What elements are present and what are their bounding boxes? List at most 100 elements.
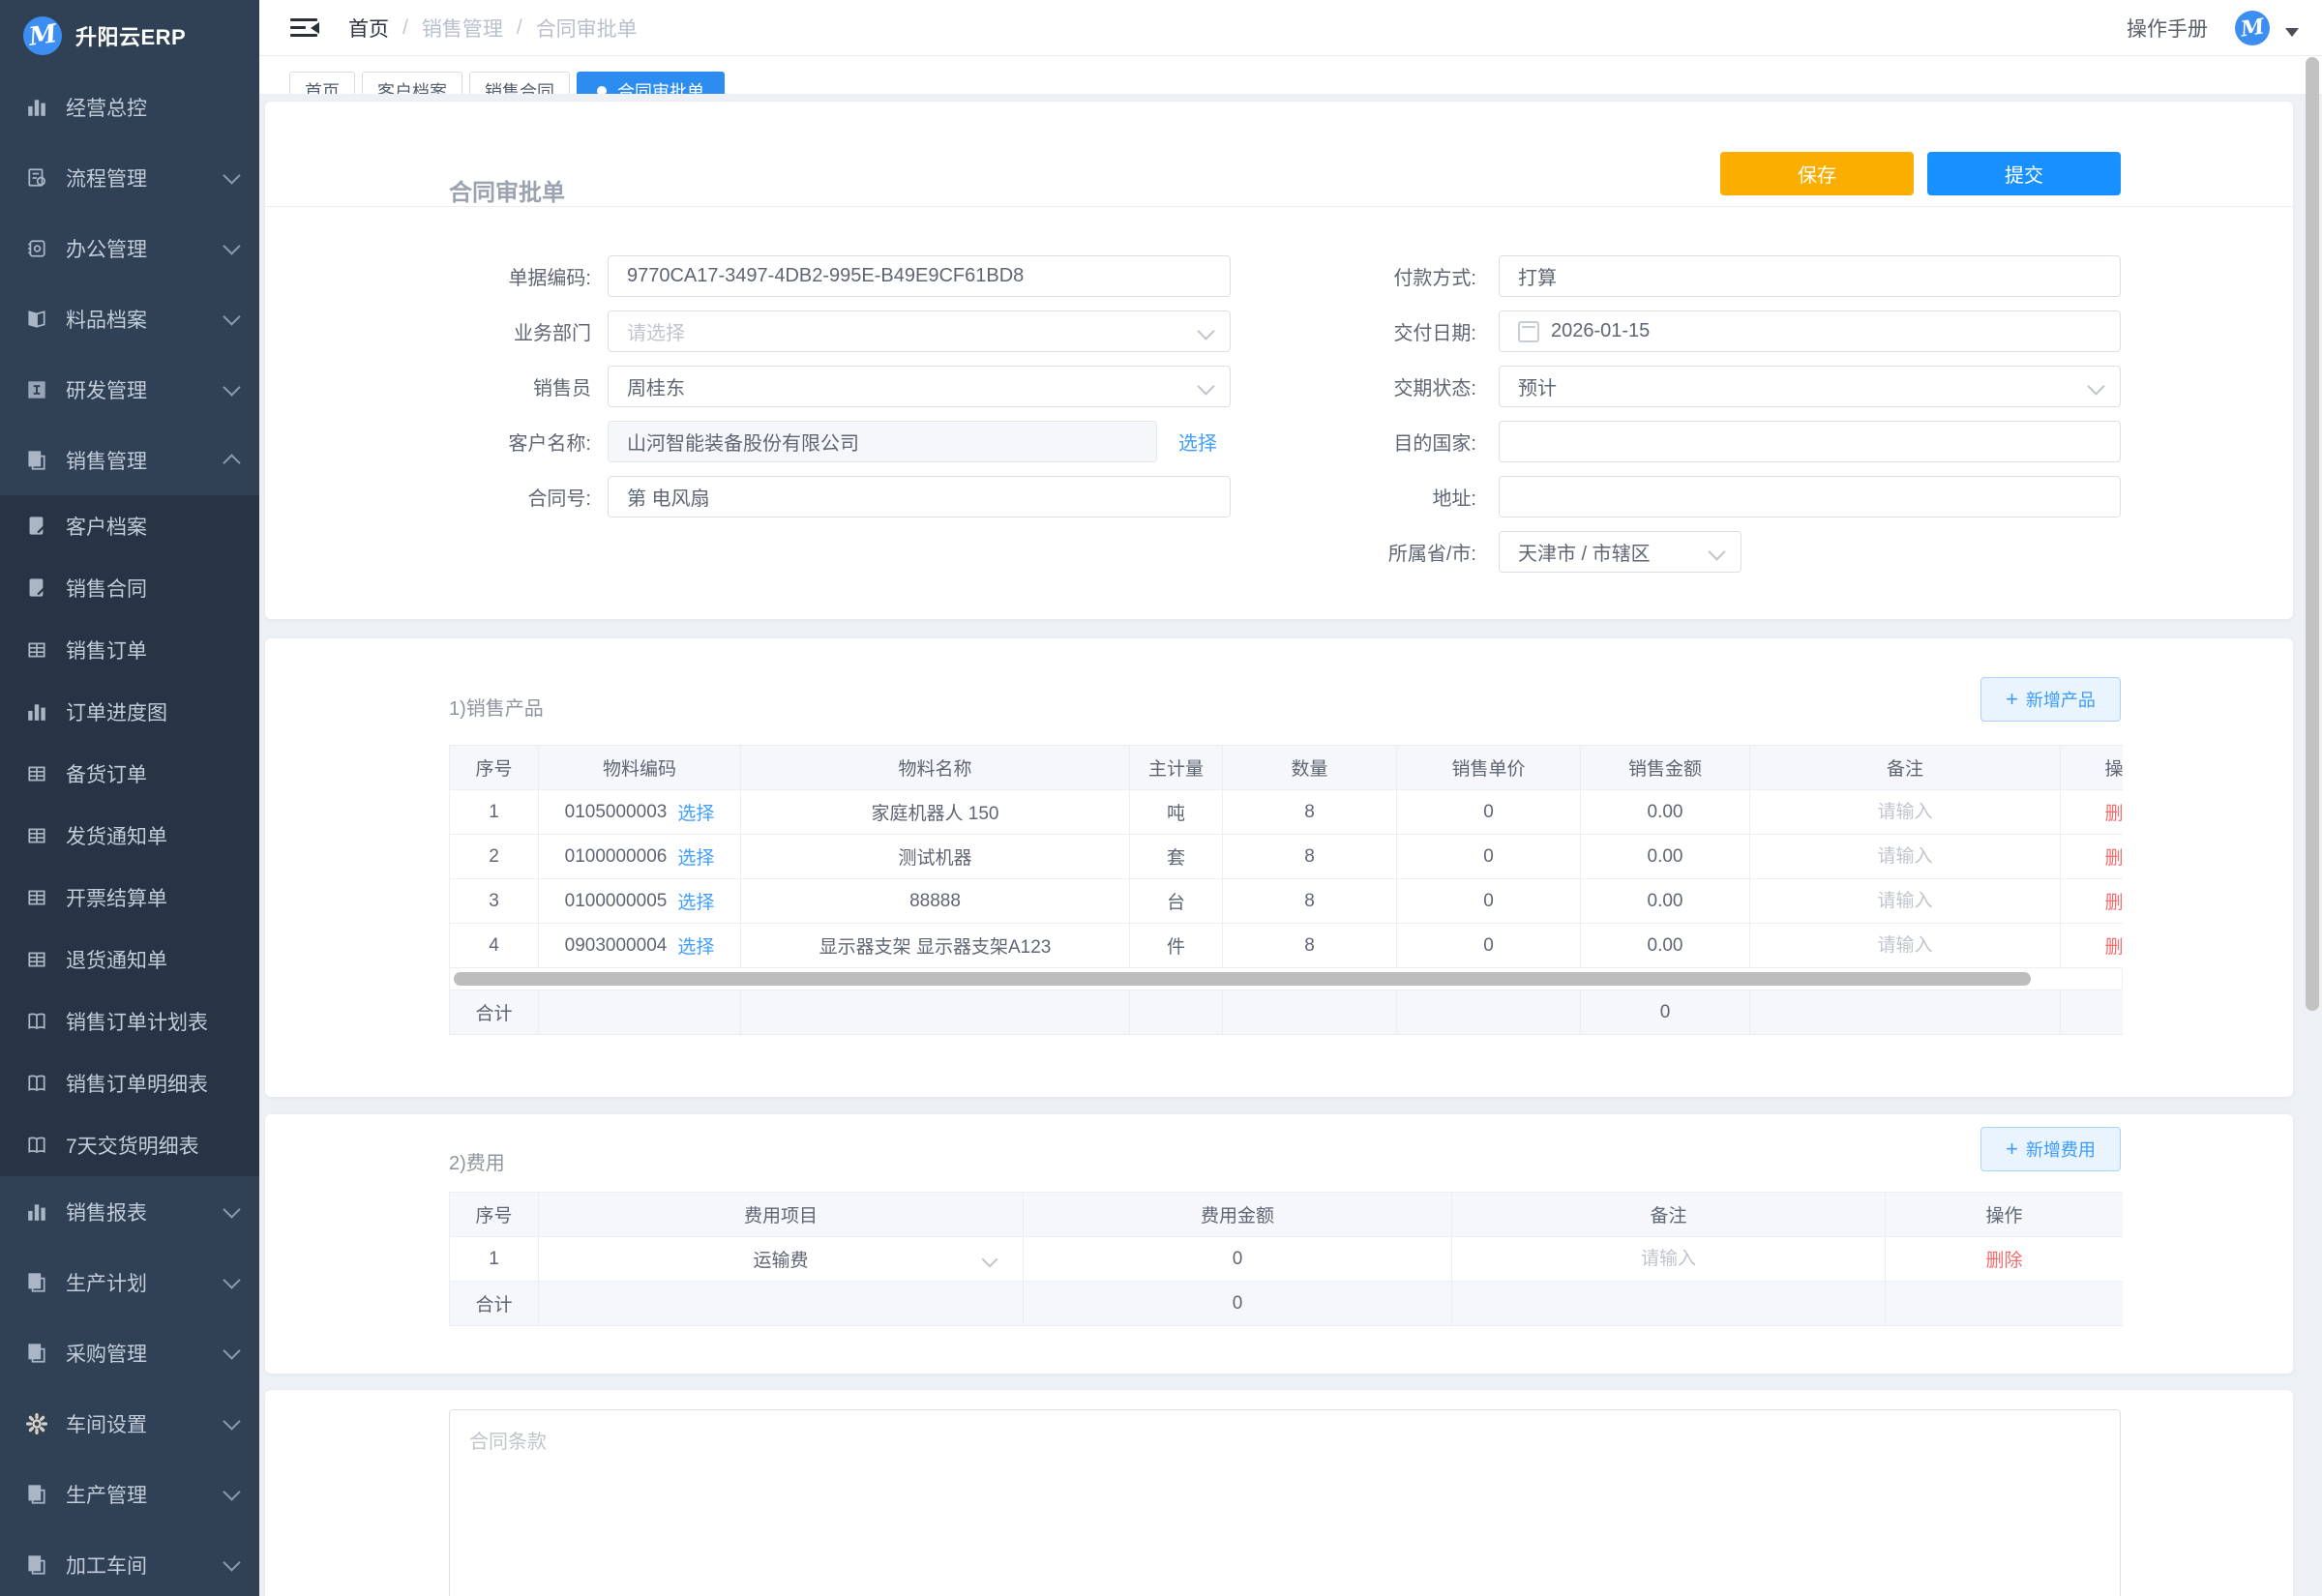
sidebar-collapse-icon[interactable] [290,16,319,40]
department-select[interactable]: 请选择 [608,310,1231,352]
add-fee-button[interactable]: +新增费用 [1980,1127,2121,1171]
delete-row-link[interactable]: 删除 [2104,804,2123,824]
doc-edit-icon [25,515,48,538]
user-menu-caret-icon[interactable] [2285,28,2299,37]
delivery-status-select[interactable]: 预计 [1499,366,2121,407]
tab-label: 合同审批单 [617,78,704,95]
note-input[interactable] [1461,1248,1876,1271]
sidebar-item-sales-contract[interactable]: 销售合同 [0,557,259,619]
delivery-status-label: 交期状态: [1231,372,1499,400]
submit-button[interactable]: 提交 [1927,152,2121,195]
breadcrumb-contract-approval[interactable]: 合同审批单 [536,14,638,43]
sidebar-item-order-progress[interactable]: 订单进度图 [0,681,259,743]
vertical-scrollbar-thumb[interactable] [2306,57,2319,1011]
sidebar-item-customer-archive[interactable]: 客户档案 [0,495,259,557]
date-value: 2026-01-15 [1551,320,1650,342]
sidebar-item-sales-mgmt[interactable]: 销售管理 [0,425,259,495]
fees-table-container: 序号 费用项目 费用金额 备注 操作 1 运输费 0 删除 合计 [449,1192,2123,1326]
materials-icon [25,308,48,331]
cell-amount[interactable]: 0 [1024,1237,1452,1282]
plus-icon: + [2006,687,2018,712]
sidebar-item-label: 销售管理 [66,446,225,475]
pages-icon [25,1483,48,1506]
bar-chart-icon [25,96,48,119]
sidebar-item-sales-report[interactable]: 销售报表 [0,1176,259,1247]
logo-monogram: M [27,19,59,52]
customer-select-link[interactable]: 选择 [1178,428,1217,456]
fee-item-select[interactable]: 运输费 [539,1237,1023,1281]
select-value: 周桂东 [627,372,685,400]
chevron-down-icon [223,1271,240,1288]
sidebar-item-stock-order[interactable]: 备货订单 [0,743,259,805]
sidebar-item-return-notice[interactable]: 退货通知单 [0,929,259,990]
note-input[interactable] [1756,934,2054,958]
cell-price[interactable]: 0 [1397,924,1581,968]
manual-link[interactable]: 操作手册 [2127,14,2208,43]
table-icon [25,638,48,662]
sidebar-item-business-overview[interactable]: 经营总控 [0,72,259,142]
select-material-link[interactable]: 选择 [677,888,714,914]
select-material-link[interactable]: 选择 [677,932,714,959]
sidebar-item-order-detail-report[interactable]: 销售订单明细表 [0,1052,259,1114]
total-label: 合计 [450,990,539,1035]
tab-sales-contract[interactable]: 销售合同 [469,72,570,95]
cell-qty[interactable]: 8 [1223,924,1397,968]
sidebar-item-label: 生产计划 [66,1268,225,1297]
payment-input[interactable] [1500,256,2120,296]
tab-contract-approval[interactable]: 合同审批单 [577,72,725,95]
product-row: 1 0105000003选择 家庭机器人 150 吨 8 0 0.00 删除 [450,790,2124,835]
col-header-name: 物料名称 [741,746,1130,790]
select-material-link[interactable]: 选择 [677,799,714,825]
doc-no-input[interactable] [609,256,1230,296]
delivery-date-input[interactable]: 2026-01-15 [1499,310,2121,352]
sidebar-item-purchase-mgmt[interactable]: 采购管理 [0,1317,259,1388]
sidebar-item-7day-delivery-report[interactable]: 7天交货明细表 [0,1114,259,1176]
sidebar-item-invoice-settlement[interactable]: 开票结算单 [0,867,259,929]
note-input[interactable] [1756,890,2054,913]
horizontal-scrollbar [449,968,2123,990]
note-input[interactable] [1756,801,2054,824]
delete-row-link[interactable]: 删除 [2104,893,2123,913]
sidebar-item-office-mgmt[interactable]: 办公管理 [0,213,259,283]
dest-country-input[interactable] [1500,422,2120,461]
sidebar-item-production-plan[interactable]: 生产计划 [0,1247,259,1317]
cell-qty[interactable]: 8 [1223,835,1397,879]
chevron-down-icon [223,237,240,254]
contract-terms-textarea[interactable] [449,1409,2121,1596]
note-input[interactable] [1756,845,2054,869]
tab-label: 客户档案 [377,78,447,95]
cell-price[interactable]: 0 [1397,835,1581,879]
delete-row-link[interactable]: 删除 [2104,848,2123,869]
cell-qty[interactable]: 8 [1223,879,1397,924]
breadcrumb-home[interactable]: 首页 [348,14,389,43]
contract-no-input[interactable] [609,477,1230,517]
province-select[interactable]: 天津市 / 市辖区 [1499,531,1742,573]
delete-row-link[interactable]: 删除 [2104,937,2123,958]
sidebar-item-shipping-notice[interactable]: 发货通知单 [0,805,259,867]
fees-table: 序号 费用项目 费用金额 备注 操作 1 运输费 0 删除 合计 [449,1192,2123,1326]
sidebar-item-order-plan-report[interactable]: 销售订单计划表 [0,990,259,1052]
select-material-link[interactable]: 选择 [677,843,714,870]
cell-price[interactable]: 0 [1397,790,1581,835]
cell-amount: 0.00 [1581,924,1750,968]
sidebar-item-workshop-settings[interactable]: 车间设置 [0,1388,259,1459]
add-product-button[interactable]: +新增产品 [1980,677,2121,722]
sidebar-item-process-mgmt[interactable]: 流程管理 [0,142,259,213]
salesman-select[interactable]: 周桂东 [608,366,1231,407]
sidebar-item-material-archive[interactable]: 料品档案 [0,283,259,354]
cell-qty[interactable]: 8 [1223,790,1397,835]
breadcrumb-sales-mgmt[interactable]: 销售管理 [422,14,503,43]
sidebar-item-processing-workshop[interactable]: 加工车间 [0,1529,259,1596]
avatar[interactable]: M [2235,11,2270,45]
logo-icon: M [23,16,62,55]
sidebar-item-production-mgmt[interactable]: 生产管理 [0,1459,259,1529]
address-input[interactable] [1500,477,2120,517]
sidebar-item-rnd-mgmt[interactable]: 研发管理 [0,354,259,425]
tab-customer-archive[interactable]: 客户档案 [362,72,462,95]
horizontal-scrollbar-thumb[interactable] [454,972,2031,986]
cell-price[interactable]: 0 [1397,879,1581,924]
delete-row-link[interactable]: 删除 [1985,1251,2022,1271]
sidebar-item-sales-order[interactable]: 销售订单 [0,619,259,681]
save-button[interactable]: 保存 [1720,152,1914,195]
tab-home[interactable]: 首页 [289,72,355,95]
